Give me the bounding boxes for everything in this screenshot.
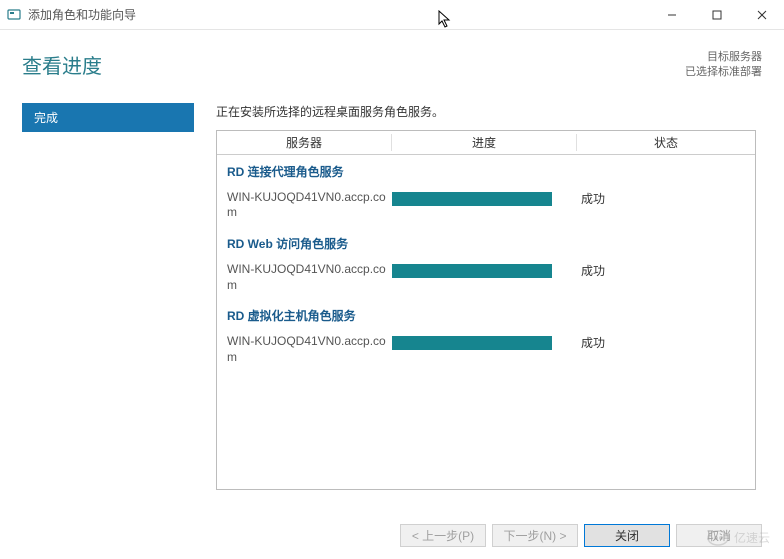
sidebar-item-complete[interactable]: 完成 [22, 103, 194, 132]
role-title: RD 连接代理角色服务 [227, 163, 745, 180]
window-title: 添加角色和功能向导 [28, 6, 649, 23]
role-title: RD Web 访问角色服务 [227, 235, 745, 252]
role-server: WIN-KUJOQD41VN0.accp.com [227, 190, 392, 221]
wizard-header: 查看进度 目标服务器 已选择标准部署 [0, 30, 784, 89]
wizard-sidebar: 完成 [22, 89, 194, 490]
minimize-button[interactable] [649, 0, 694, 29]
role-progress [392, 262, 567, 278]
result-body: RD 连接代理角色服务 WIN-KUJOQD41VN0.accp.com 成功 … [217, 155, 755, 388]
install-message: 正在安装所选择的远程桌面服务角色服务。 [216, 103, 756, 120]
role-group: RD 连接代理角色服务 WIN-KUJOQD41VN0.accp.com 成功 [227, 163, 745, 221]
role-server: WIN-KUJOQD41VN0.accp.com [227, 262, 392, 293]
role-status: 成功 [567, 190, 745, 207]
close-button[interactable]: 关闭 [584, 524, 670, 547]
prev-button: < 上一步(P) [400, 524, 486, 547]
role-progress [392, 190, 567, 206]
result-box: 服务器 进度 状态 RD 连接代理角色服务 WIN-KUJOQD41VN0.ac… [216, 130, 756, 490]
progress-bar [392, 336, 552, 350]
close-window-button[interactable] [739, 0, 784, 29]
app-icon [6, 7, 22, 23]
col-status: 状态 [577, 134, 755, 151]
col-progress: 进度 [392, 134, 577, 151]
cancel-button: 取消 [676, 524, 762, 547]
role-row: WIN-KUJOQD41VN0.accp.com 成功 [227, 334, 745, 365]
col-server: 服务器 [217, 134, 392, 151]
target-label: 目标服务器 [685, 50, 762, 65]
page-title: 查看进度 [22, 50, 102, 79]
progress-bar [392, 264, 552, 278]
result-header: 服务器 进度 状态 [217, 131, 755, 155]
role-status: 成功 [567, 334, 745, 351]
wizard-body: 完成 正在安装所选择的远程桌面服务角色服务。 服务器 进度 状态 RD 连接代理… [0, 89, 784, 490]
sidebar-item-label: 完成 [34, 111, 58, 125]
window-controls [649, 0, 784, 29]
maximize-button[interactable] [694, 0, 739, 29]
target-value: 已选择标准部署 [685, 65, 762, 80]
next-button: 下一步(N) > [492, 524, 578, 547]
role-progress [392, 334, 567, 350]
role-status: 成功 [567, 262, 745, 279]
wizard-footer: < 上一步(P) 下一步(N) > 关闭 取消 [400, 524, 762, 547]
role-row: WIN-KUJOQD41VN0.accp.com 成功 [227, 190, 745, 221]
titlebar: 添加角色和功能向导 [0, 0, 784, 30]
role-row: WIN-KUJOQD41VN0.accp.com 成功 [227, 262, 745, 293]
role-title: RD 虚拟化主机角色服务 [227, 307, 745, 324]
role-group: RD 虚拟化主机角色服务 WIN-KUJOQD41VN0.accp.com 成功 [227, 307, 745, 365]
role-server: WIN-KUJOQD41VN0.accp.com [227, 334, 392, 365]
wizard-main: 正在安装所选择的远程桌面服务角色服务。 服务器 进度 状态 RD 连接代理角色服… [194, 89, 762, 490]
progress-bar [392, 192, 552, 206]
target-info: 目标服务器 已选择标准部署 [685, 50, 762, 81]
role-group: RD Web 访问角色服务 WIN-KUJOQD41VN0.accp.com 成… [227, 235, 745, 293]
